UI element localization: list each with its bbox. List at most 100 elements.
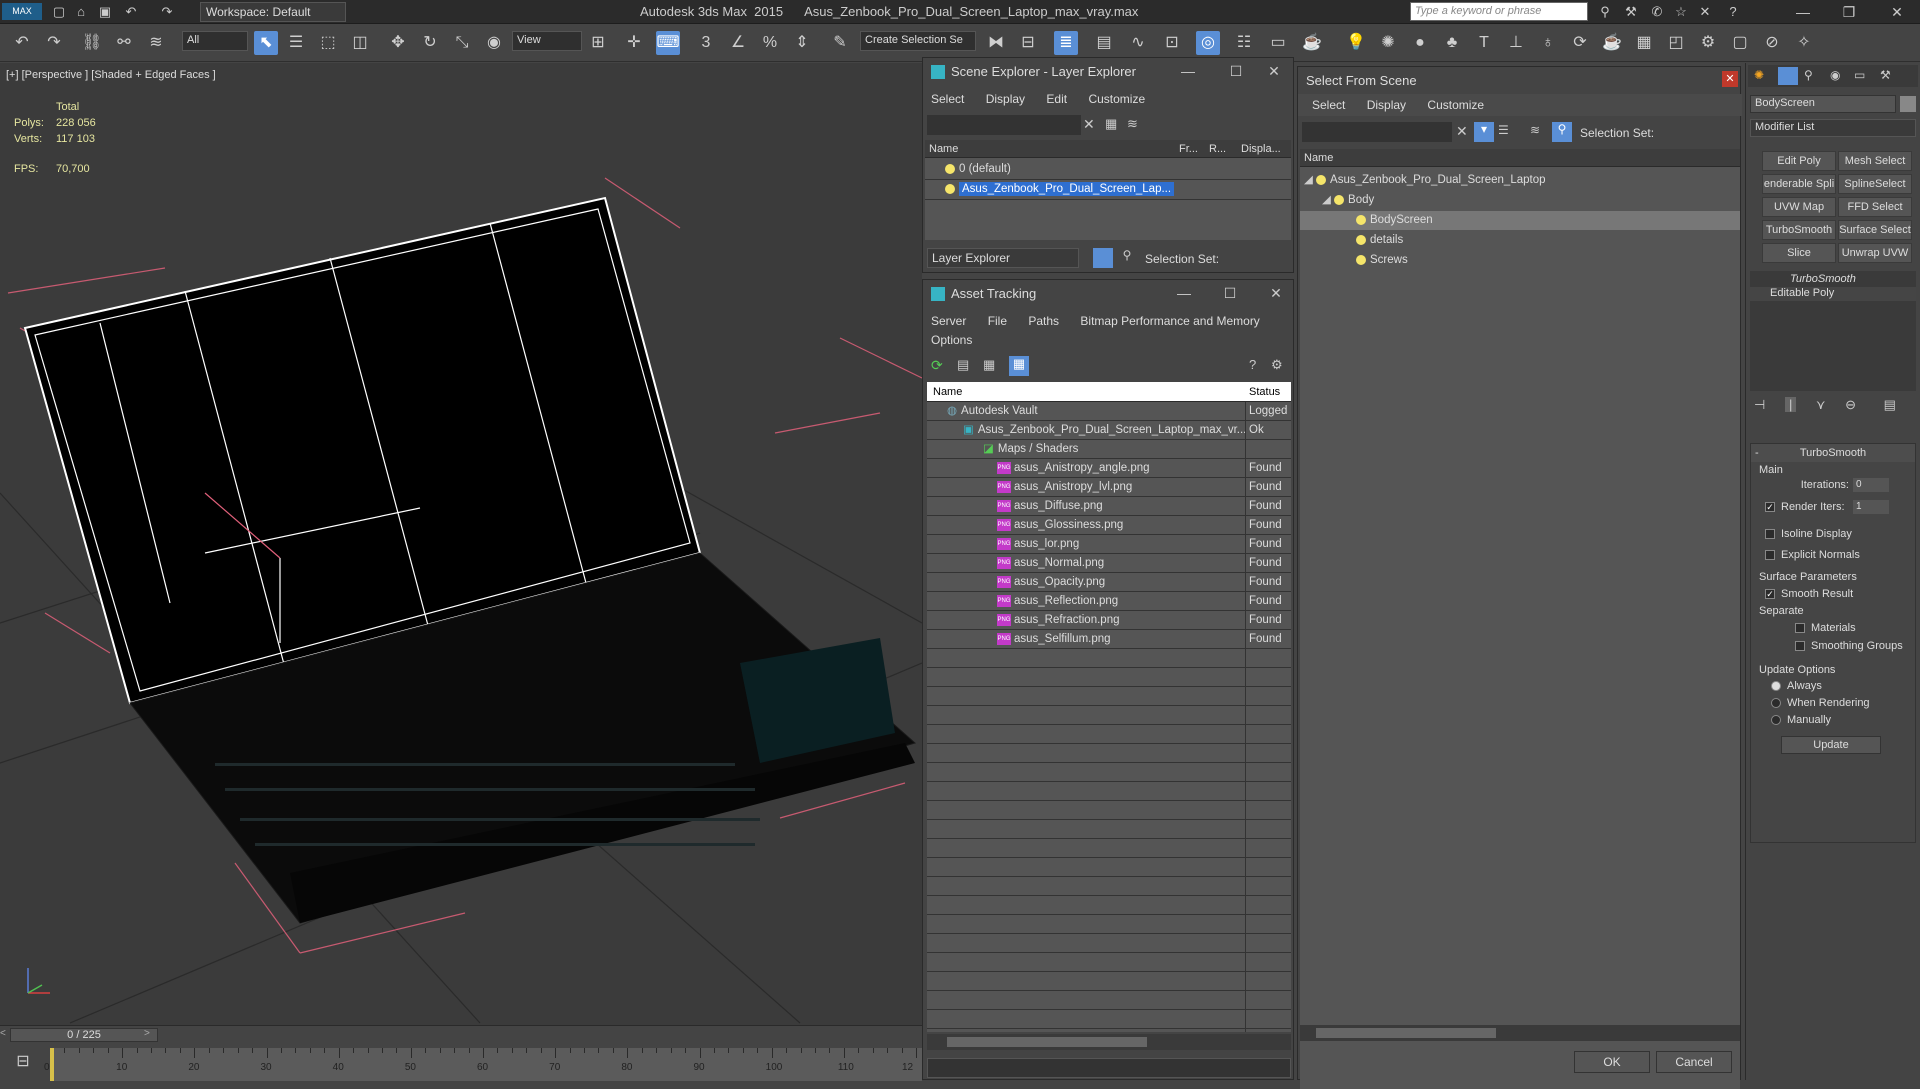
asset-row[interactable]: ◪ Maps / Shaders [927,440,1291,459]
unwrap-uvw-button[interactable]: Unwrap UVW [1838,243,1912,263]
prev-frame-icon[interactable]: < [0,1028,10,1042]
minimize-icon[interactable]: — [1173,61,1203,81]
refresh-icon[interactable]: ⟳ [931,357,943,374]
box-icon[interactable]: ▦ [1632,31,1656,55]
perspective-viewport[interactable]: [+] [Perspective ] [Shaded + Edged Faces… [0,63,922,1025]
manually-radio[interactable]: Manually [1771,714,1831,726]
render-iters-spinner[interactable]: 1 [1853,500,1889,514]
binoculars-icon[interactable]: ⚲ [1596,3,1614,20]
maximize-icon[interactable]: ☐ [1215,283,1245,303]
detail-view-icon[interactable]: ▦ [983,357,995,373]
layer-options-icon[interactable]: ≋ [1127,116,1138,132]
horizontal-scrollbar[interactable] [927,1034,1291,1050]
spline-select-button[interactable]: SplineSelect [1838,174,1912,194]
menu-file[interactable]: File [988,314,1007,328]
col-name[interactable]: Name [925,140,1175,158]
app-menu-icon[interactable]: MAX [2,3,42,20]
show-end-result-icon[interactable]: | [1784,397,1797,412]
x-icon[interactable]: ✕ [1696,3,1714,20]
remove-modifier-icon[interactable]: ⊖ [1845,397,1856,412]
turbosmooth-button[interactable]: TurboSmooth [1762,220,1836,240]
always-radio[interactable]: Always [1771,680,1822,692]
time-cursor[interactable] [50,1048,54,1081]
teapot-icon[interactable]: ☕ [1600,31,1624,55]
camera-icon[interactable]: ◰ [1664,31,1688,55]
asset-row[interactable]: PNG asus_lor.png Found [927,535,1291,554]
pivot-center-icon[interactable]: ⊞ [586,31,610,55]
layers-icon[interactable]: ≋ [1530,123,1540,137]
light-bulb-icon[interactable] [1356,254,1366,265]
scrollbar-thumb[interactable] [947,1037,1147,1047]
redo-icon[interactable]: ↷ [158,3,176,20]
col-freeze[interactable]: Fr... [1175,140,1205,158]
material-editor-icon[interactable]: ◎ [1196,31,1220,55]
table-view-icon[interactable]: ▦ [1009,356,1029,376]
smooth-result-checkbox[interactable]: ✓ Smooth Result [1765,588,1853,600]
communication-icon[interactable]: ✆ [1648,3,1666,20]
ok-button[interactable]: OK [1574,1051,1650,1073]
select-by-name-icon[interactable]: ☰ [284,31,308,55]
sphere-icon[interactable]: ● [1408,31,1432,55]
modify-tab-icon[interactable] [1778,67,1798,85]
menu-display[interactable]: Display [986,92,1025,106]
uvw-map-button[interactable]: UVW Map [1762,197,1836,217]
layer-explorer-icon[interactable]: ▤ [1092,31,1116,55]
favorites-icon[interactable]: ☆ [1672,3,1690,20]
asset-row[interactable]: ◍ Autodesk Vault Logged [927,402,1291,421]
rendered-frame-icon[interactable]: ▭ [1266,31,1290,55]
explorer-mode-dropdown[interactable]: Layer Explorer [927,248,1079,268]
horizontal-scrollbar[interactable] [1300,1025,1740,1041]
tree-icon[interactable]: ♣ [1440,31,1464,55]
menu-options[interactable]: Options [931,333,972,347]
asset-row[interactable]: PNG asus_Glossiness.png Found [927,516,1291,535]
asset-row[interactable]: PNG asus_Refraction.png Found [927,611,1291,630]
asset-row[interactable]: PNG asus_Normal.png Found [927,554,1291,573]
rotate-view-icon[interactable]: ⟳ [1568,31,1592,55]
menu-select[interactable]: Select [1312,98,1345,112]
menu-select[interactable]: Select [931,92,964,106]
layer-row[interactable]: 0 (default) [925,160,1291,180]
sun-icon[interactable]: ✺ [1376,31,1400,55]
tree-root[interactable]: ◢ Asus_Zenbook_Pro_Dual_Screen_Laptop [1304,171,1738,190]
window-crossing-icon[interactable]: ◫ [348,31,372,55]
object-search-input[interactable] [1302,122,1452,142]
mesh-select-button[interactable]: Mesh Select [1838,151,1912,171]
menu-display[interactable]: Display [1367,98,1406,112]
render-setup-icon[interactable]: ☷ [1232,31,1256,55]
materials-checkbox[interactable]: Materials [1795,622,1856,634]
link-icon[interactable]: ⛓ [80,31,104,55]
sort-by-layer-icon[interactable] [1093,248,1113,268]
light-bulb-icon[interactable] [1334,194,1345,205]
display-tab-icon[interactable]: ▭ [1854,68,1865,82]
workspace-dropdown[interactable]: Workspace: Default [200,2,346,22]
list-view-icon[interactable]: ▤ [957,357,969,373]
scale-icon[interactable]: ⤡ [450,31,474,55]
clear-search-icon[interactable]: ✕ [1083,116,1095,133]
menu-customize[interactable]: Customize [1427,98,1484,112]
maximize-icon[interactable]: ❐ [1834,2,1864,22]
unlink-icon[interactable]: ⚯ [112,31,136,55]
percent-snap-icon[interactable]: % [758,31,782,55]
col-render[interactable]: R... [1205,140,1237,158]
search-input[interactable]: Type a keyword or phrase [1410,2,1588,21]
angle-snap-icon[interactable]: ∠ [726,31,750,55]
tree-node-screws[interactable]: Screws [1300,251,1740,270]
object-color-swatch[interactable] [1900,96,1916,112]
select-object-icon[interactable]: ⬉ [254,31,278,55]
hierarchy-icon[interactable]: ⚲ [1117,248,1137,268]
modifier-list-dropdown[interactable]: Modifier List [1750,119,1916,137]
isoline-display-checkbox[interactable]: Isoline Display [1765,528,1852,540]
light-bulb-icon[interactable] [1356,234,1366,245]
scene-search-input[interactable] [927,115,1081,135]
explicit-normals-checkbox[interactable]: Explicit Normals [1765,549,1860,561]
menu-paths[interactable]: Paths [1028,314,1059,328]
render-iters-checkbox[interactable]: ✓ Render Iters: [1765,501,1845,513]
slice-button[interactable]: Slice [1762,243,1836,263]
stack-item-turbosmooth[interactable]: TurboSmooth [1750,273,1916,287]
clear-search-icon[interactable]: ✕ [1456,123,1468,140]
close-icon[interactable]: ✕ [1882,2,1912,22]
curve-editor-icon[interactable]: ∿ [1126,31,1150,55]
time-ruler[interactable]: 0 10 20 30 40 50 60 70 80 90 100 110 12 [44,1048,922,1081]
place-icon[interactable]: ◉ [482,31,506,55]
viewport-label[interactable]: [+] [Perspective ] [Shaded + Edged Faces… [6,69,216,81]
